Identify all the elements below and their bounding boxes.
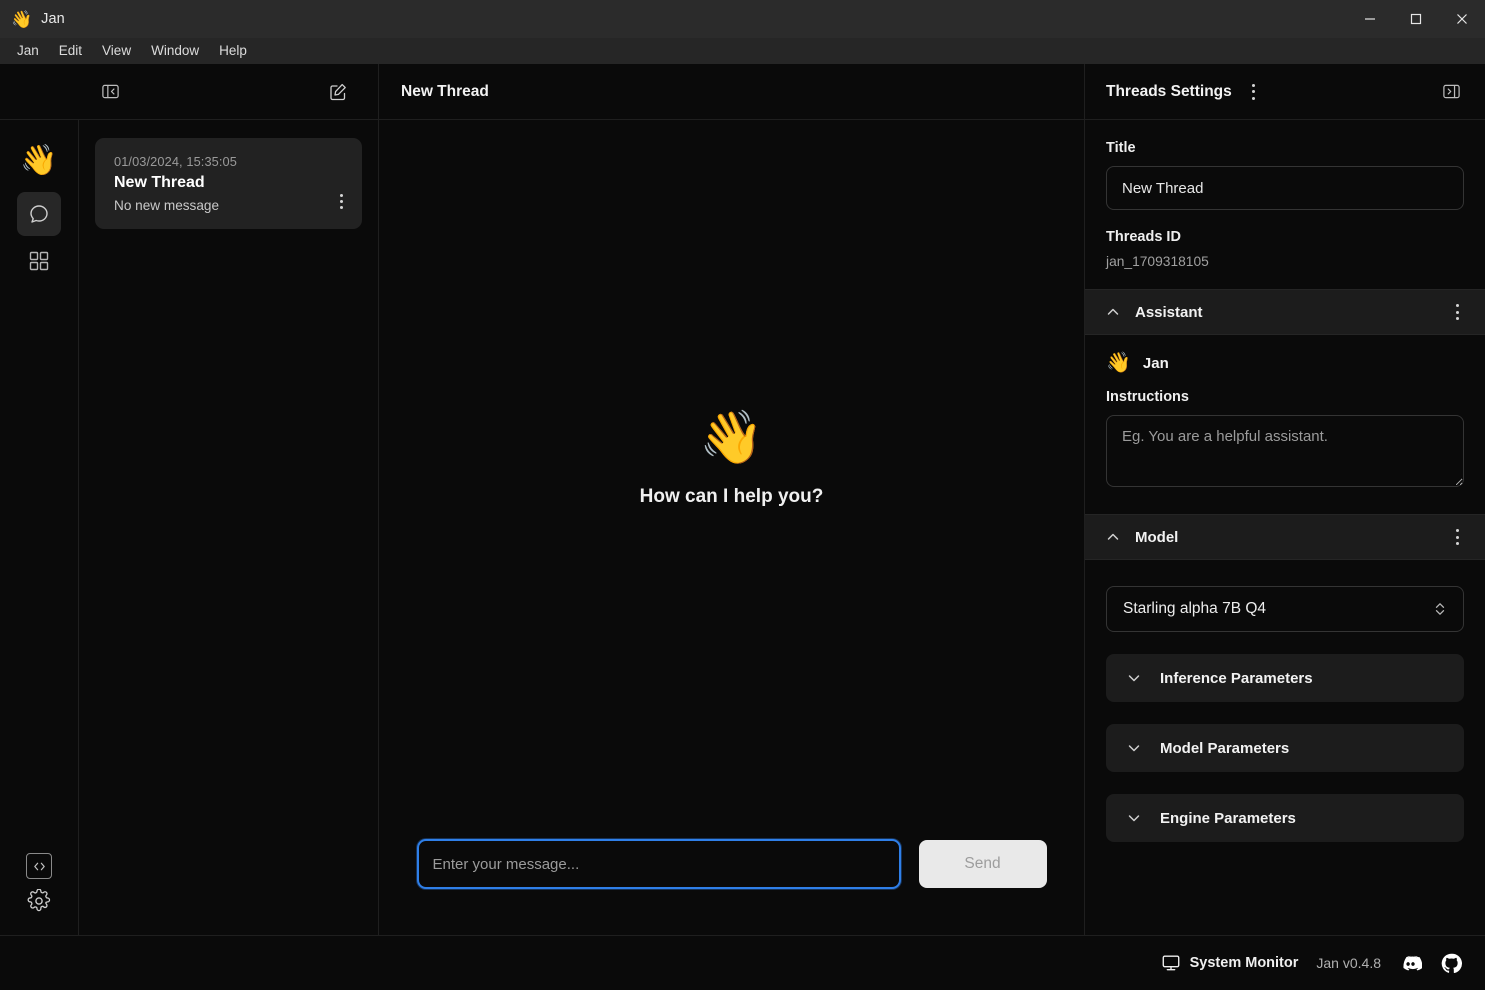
chevron-up-icon — [1107, 533, 1119, 540]
local-api-server-button[interactable] — [26, 853, 52, 879]
assistant-section-header[interactable]: Assistant — [1085, 289, 1485, 335]
navigation-rail: 👋 — [0, 120, 79, 935]
assistant-identity-row: 👋 Jan — [1085, 335, 1485, 373]
left-center-region: New Thread 👋 01/03/2024, 15:35:05 New Th… — [0, 63, 1084, 935]
instructions-section: Instructions — [1085, 373, 1485, 514]
model-label: Model — [1135, 528, 1179, 546]
title-bar-left: 👋 Jan — [0, 11, 65, 28]
menu-item-jan[interactable]: Jan — [8, 41, 48, 61]
app-window: 👋 Jan Jan Edit View Window Help New Thre… — [0, 0, 1485, 990]
top-toolbar: New Thread — [0, 63, 1084, 120]
grid-icon — [29, 251, 49, 271]
code-brackets-icon — [33, 862, 45, 870]
assistant-more-icon[interactable] — [1449, 302, 1465, 322]
settings-scroll-area: Title Threads ID jan_1709318105 Assistan… — [1085, 120, 1485, 935]
assistant-avatar-icon: 👋 — [1106, 352, 1131, 374]
panel-left-collapse-icon[interactable] — [96, 78, 124, 106]
settings-button[interactable] — [25, 887, 53, 915]
chevron-up-icon — [1107, 308, 1119, 315]
close-button[interactable] — [1439, 0, 1485, 38]
menu-item-window[interactable]: Window — [142, 41, 208, 61]
settings-panel-header: Threads Settings — [1085, 64, 1485, 120]
gear-icon — [27, 889, 51, 912]
threads-id-value: jan_1709318105 — [1106, 254, 1209, 269]
sidebar-item-hub[interactable] — [17, 239, 61, 283]
window-controls — [1347, 0, 1485, 38]
instructions-textarea[interactable] — [1106, 415, 1464, 487]
page-title: New Thread — [401, 82, 489, 100]
thread-panel-toolbar — [0, 63, 379, 120]
message-input-wrapper[interactable] — [416, 839, 901, 889]
app-logo-icon: 👋 — [11, 9, 33, 29]
thread-title-input[interactable] — [1106, 166, 1464, 210]
maximize-button[interactable] — [1393, 0, 1439, 38]
model-more-icon[interactable] — [1449, 527, 1465, 547]
app-title: Jan — [41, 11, 65, 27]
menu-item-view[interactable]: View — [93, 41, 140, 61]
github-icon[interactable] — [1440, 952, 1463, 975]
thread-timestamp: 01/03/2024, 15:35:05 — [114, 154, 237, 169]
settings-more-icon[interactable] — [1246, 82, 1262, 102]
discord-icon[interactable] — [1399, 952, 1422, 975]
message-composer: Send — [379, 839, 1084, 935]
inference-parameters-label: Inference Parameters — [1160, 669, 1313, 687]
app-version: Jan v0.4.8 — [1316, 955, 1381, 971]
chat-empty-state: 👋 How can I help you? — [379, 120, 1084, 839]
minimize-button[interactable] — [1347, 0, 1393, 38]
menu-item-edit[interactable]: Edit — [50, 41, 91, 61]
title-label: Title — [1106, 140, 1136, 156]
menu-item-help[interactable]: Help — [210, 41, 256, 61]
instructions-label: Instructions — [1106, 389, 1189, 405]
model-selected-value: Starling alpha 7B Q4 — [1123, 600, 1267, 617]
parameter-accordions: Inference Parameters Model Parameters En… — [1085, 632, 1485, 866]
threads-id-label: Threads ID — [1106, 229, 1181, 245]
system-monitor-button[interactable]: System Monitor — [1161, 953, 1299, 973]
chevron-down-icon — [1128, 675, 1140, 682]
message-input[interactable] — [432, 841, 885, 887]
chat-header: New Thread — [379, 64, 1084, 120]
panel-right-collapse-icon[interactable] — [1437, 78, 1465, 106]
model-parameters-accordion[interactable]: Model Parameters — [1106, 724, 1464, 772]
panes: 👋 01/03/2024, 15:35:05 New Thread No new… — [0, 120, 1084, 935]
waving-hand-icon: 👋 — [699, 408, 764, 467]
model-section-header[interactable]: Model — [1085, 514, 1485, 560]
thread-list-item[interactable]: 01/03/2024, 15:35:05 New Thread No new m… — [95, 138, 362, 229]
thread-more-icon[interactable] — [332, 191, 350, 211]
thread-title: New Thread — [114, 174, 205, 191]
monitor-icon — [1162, 955, 1180, 971]
threads-settings-panel: Threads Settings Title New Thread Thread… — [1084, 64, 1485, 935]
settings-panel-title: Threads Settings — [1106, 82, 1232, 100]
model-selector-wrapper: Starling alpha 7B Q4 — [1085, 560, 1485, 632]
assistant-label: Assistant — [1135, 303, 1203, 321]
main-region: New Thread 👋 01/03/2024, 15:35:05 New Th… — [0, 63, 1485, 935]
rail-logo-icon: 👋 — [20, 144, 58, 177]
chevron-down-icon — [1128, 815, 1140, 822]
title-bar: 👋 Jan — [0, 0, 1485, 38]
body: New Thread 👋 01/03/2024, 15:35:05 New Th… — [0, 63, 1485, 990]
send-button[interactable]: Send — [918, 840, 1047, 888]
status-bar: System Monitor Jan v0.4.8 — [0, 935, 1485, 990]
chat-area: 👋 How can I help you? Send — [379, 120, 1084, 935]
inference-parameters-accordion[interactable]: Inference Parameters — [1106, 654, 1464, 702]
engine-parameters-accordion[interactable]: Engine Parameters — [1106, 794, 1464, 842]
rail-bottom-group — [0, 853, 78, 915]
engine-parameters-label: Engine Parameters — [1160, 809, 1296, 827]
thread-subtitle: No new message — [114, 198, 220, 213]
chevron-up-down-icon — [1435, 603, 1445, 615]
assistant-name: Jan — [1142, 354, 1169, 372]
system-monitor-label: System Monitor — [1189, 955, 1299, 971]
menu-bar: Jan Edit View Window Help — [0, 38, 1485, 64]
model-selector[interactable]: Starling alpha 7B Q4 — [1106, 586, 1464, 632]
chevron-down-icon — [1128, 745, 1140, 752]
thread-list: 01/03/2024, 15:35:05 New Thread No new m… — [79, 120, 379, 935]
title-section: Title Threads ID jan_1709318105 — [1085, 120, 1485, 269]
chat-bubble-icon — [30, 205, 48, 223]
sidebar-item-chat[interactable] — [17, 192, 61, 236]
compose-icon[interactable] — [324, 78, 352, 106]
welcome-message: How can I help you? — [639, 485, 824, 507]
model-parameters-label: Model Parameters — [1160, 739, 1290, 757]
